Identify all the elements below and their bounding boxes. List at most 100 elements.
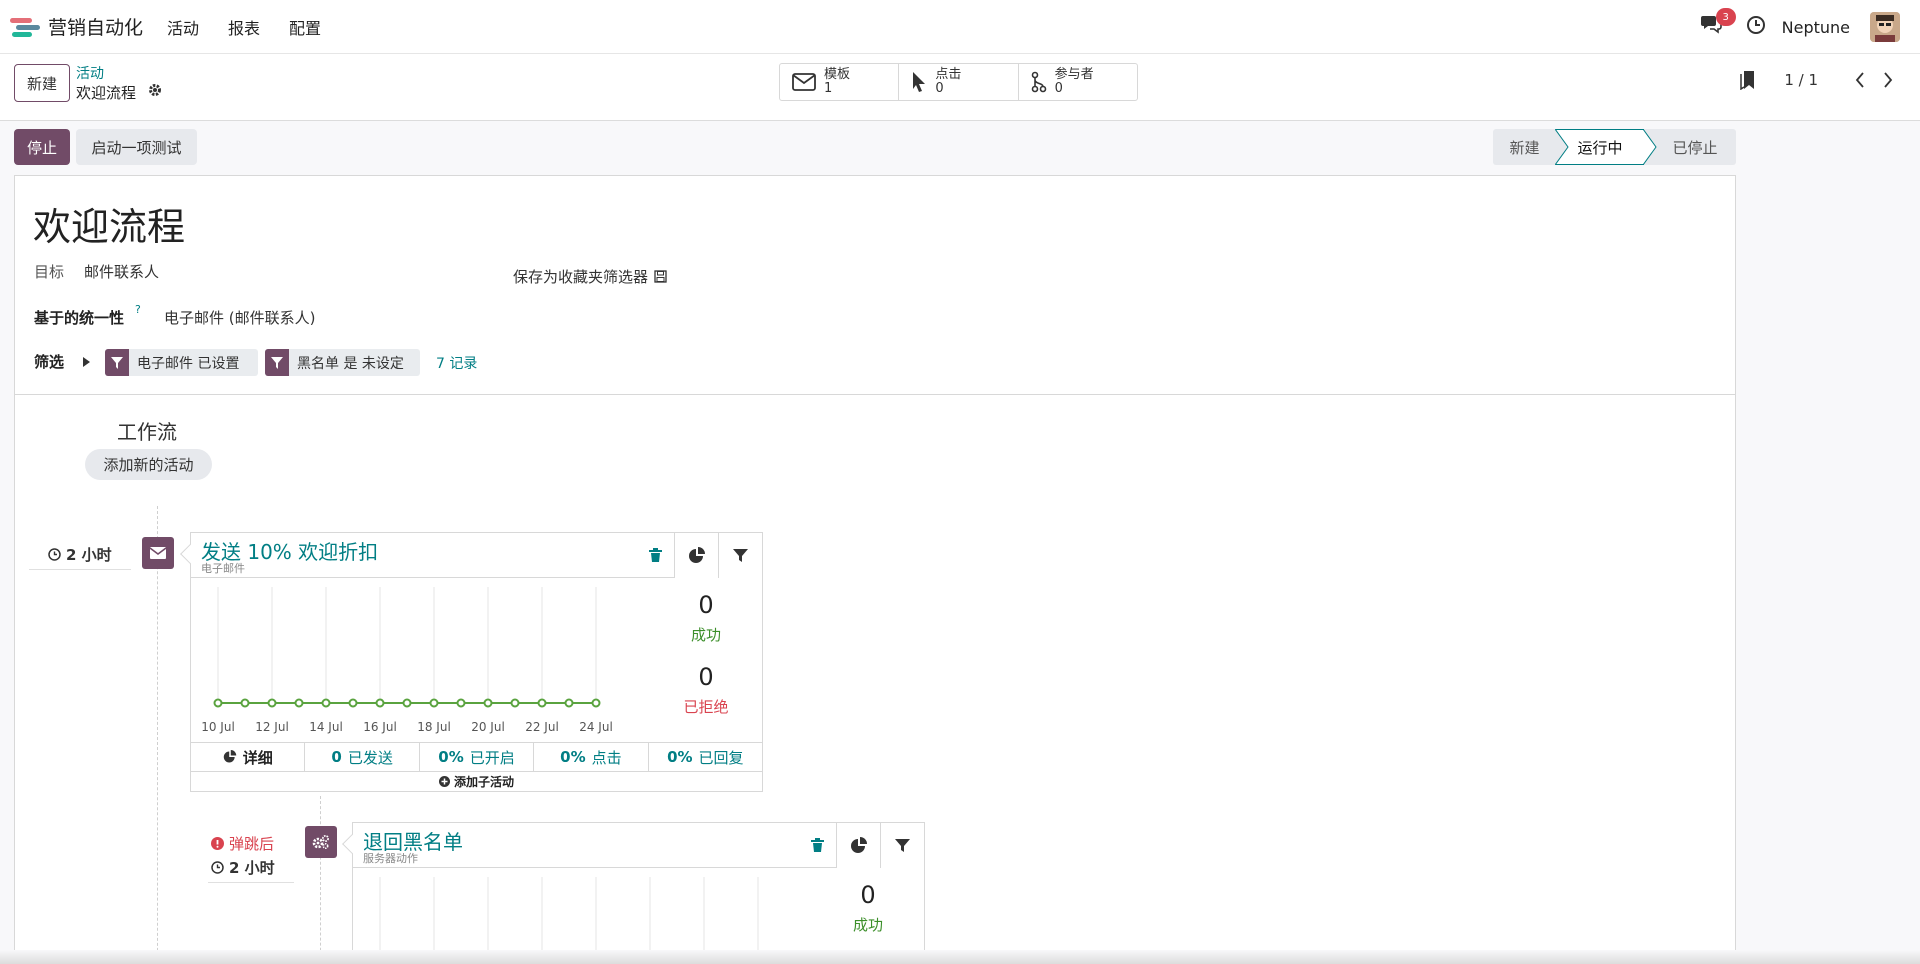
app-title[interactable]: 营销自动化 [48,13,143,40]
activity-type-server-action [305,826,337,858]
pager-prev-icon[interactable] [1854,71,1868,89]
opened-value: 0% [438,748,464,766]
menu-item-campaigns[interactable]: 活动 [167,15,199,39]
chart-point [510,698,520,708]
pager-next-icon[interactable] [1882,71,1896,89]
trigger-event-label: 弹跳后 [229,835,275,853]
user-avatar[interactable] [1870,12,1900,42]
branch-icon [1031,71,1046,93]
target-label: 目标 [34,263,65,281]
cursor-icon [913,72,926,92]
rejected-label[interactable]: 已拒绝 [666,696,746,717]
pie-chart-tab[interactable] [674,533,718,578]
pie-chart-icon [688,546,705,563]
add-activity-button[interactable]: 添加新的活动 [85,449,212,480]
activity-card-header[interactable]: 发送 10% 欢迎折扣 电子邮件 [191,533,674,578]
chart-point [267,698,277,708]
stop-button[interactable]: 停止 [14,129,70,165]
company-name[interactable]: Neptune [1782,18,1850,37]
filter-chip-email-set[interactable]: 电子邮件 已设置 [105,349,258,376]
filter-tab[interactable] [718,533,762,578]
new-button[interactable]: 新建 [14,64,70,102]
target-field[interactable]: 邮件联系人 [84,261,159,282]
chart-tick-label: 14 Jul [309,720,343,734]
chart-point [591,698,601,708]
success-label[interactable]: 成功 [828,914,908,935]
activity-clock-icon[interactable] [1746,15,1770,39]
breadcrumb-parent[interactable]: 活动 [76,63,104,83]
breadcrumb-current: 欢迎流程 [76,84,137,102]
chart-point [483,698,493,708]
stage-new[interactable]: 新建 [1493,129,1556,165]
stage-running[interactable]: 运行中 [1555,129,1657,165]
caret-right-icon[interactable] [83,357,90,367]
smart-button-participants[interactable]: 参与者 0 [1019,64,1137,100]
pie-chart-tab[interactable] [836,823,880,868]
smart-button-label: 点击 [935,67,962,82]
activity-type: 服务器动作 [363,852,418,865]
launch-test-button[interactable]: 启动一项测试 [76,129,197,165]
record-count-link[interactable]: 7 记录 [436,353,477,373]
sent-label: 已发送 [347,748,393,767]
chart-point [213,698,223,708]
add-child-activity-button[interactable]: 添加子活动 [191,772,762,790]
smart-button-value: 1 [824,81,833,96]
clock-icon [211,861,224,874]
chart-tick-label: 18 Jul [417,720,451,734]
smart-button-clicks[interactable]: 点击 0 [899,64,1019,100]
clicked-label: 点击 [591,748,622,767]
rejected-count: 0 [698,663,714,691]
replied-value: 0% [667,748,693,766]
app-logo-icon[interactable] [10,16,40,38]
save-favorite-filter-button[interactable]: 保存为收藏夹筛选器 [513,266,667,287]
filter-label: 筛选 [34,353,65,371]
campaign-title[interactable]: 欢迎流程 [33,196,185,251]
opened-stat[interactable]: 0% 已开启 [420,743,535,771]
chat-badge: 3 [1715,8,1736,26]
add-child-label: 添加子活动 [453,774,514,789]
chart-point [537,698,547,708]
floppy-icon [654,270,667,283]
chat-icon[interactable]: 3 [1700,8,1736,40]
chart-point [240,698,250,708]
opened-label: 已开启 [469,748,515,767]
unique-field[interactable]: 电子邮件 (邮件联系人) [164,307,315,328]
clicked-stat[interactable]: 0% 点击 [534,743,649,771]
replied-stat[interactable]: 0% 已回复 [649,743,762,771]
success-label[interactable]: 成功 [666,624,746,645]
menu-item-reports[interactable]: 报表 [228,15,260,39]
chart-point [456,698,466,708]
sent-stat[interactable]: 0 已发送 [305,743,420,771]
activity-type-email [142,537,174,569]
gear-icon[interactable] [148,83,164,99]
scroll-edge [0,950,1920,964]
filter-icon [733,549,748,562]
activity-trigger: 2 小时 [211,857,275,878]
navbar-systray: 3 Neptune [1700,0,1900,54]
exclamation-circle-icon [211,837,224,850]
trash-icon[interactable] [811,838,825,854]
chart-point [294,698,304,708]
chart-tick-label: 22 Jul [525,720,559,734]
smart-button-templates[interactable]: 模板 1 [780,64,900,100]
chart-point [375,698,385,708]
activity-card: 退回黑名单 服务器动作 0 成功 [342,822,925,964]
help-tooltip-icon[interactable]: ? [135,303,141,316]
success-count: 0 [698,591,714,619]
stage-running-label: 运行中 [1577,138,1623,157]
chart-tick-label: 16 Jul [363,720,397,734]
bookmark-icon[interactable] [1740,70,1756,91]
filter-tab[interactable] [880,823,924,868]
menu-item-config[interactable]: 配置 [289,15,321,39]
pager-value[interactable]: 1 / 1 [1784,71,1818,89]
details-button[interactable]: 详细 [191,743,306,771]
stage-stopped[interactable]: 已停止 [1644,129,1736,165]
clock-icon [48,548,61,561]
filter-chip-blacklist[interactable]: 黑名单 是 未设定 [265,349,420,376]
control-panel: 新建 活动 欢迎流程 模板 1 点击 0 参与者 0 1 / 1 [0,54,1920,121]
divider [15,394,1735,395]
clicked-value: 0% [560,748,586,766]
chart-point [429,698,439,708]
activity-card-header[interactable]: 退回黑名单 服务器动作 [353,823,836,868]
trash-icon[interactable] [649,548,663,564]
